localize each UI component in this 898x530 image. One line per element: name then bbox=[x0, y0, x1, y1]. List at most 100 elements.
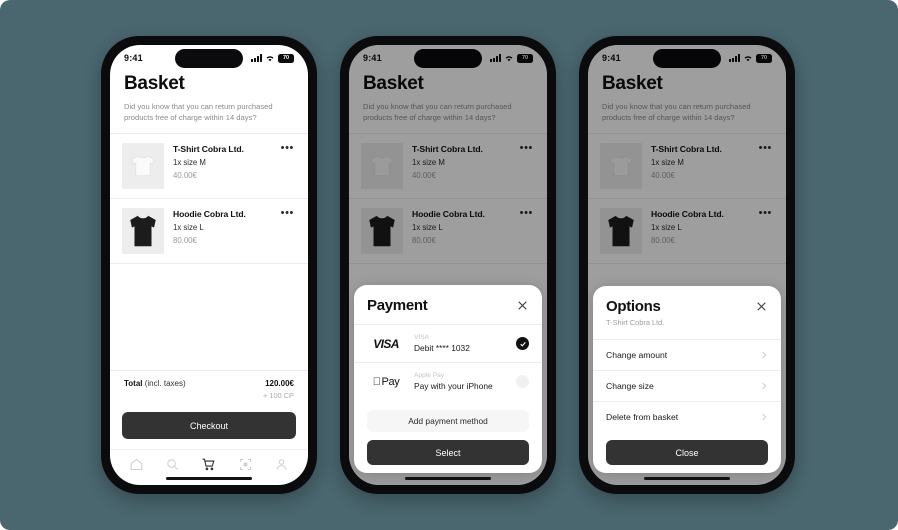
apple-pay-logo: Pay bbox=[367, 376, 405, 388]
table-row: Hoodie Cobra Ltd. 1x size L 80.00€ ••• bbox=[349, 198, 547, 264]
tshirt-thumbnail bbox=[361, 143, 403, 189]
item-name: Hoodie Cobra Ltd. bbox=[173, 209, 246, 219]
sheet-header: Options bbox=[593, 298, 781, 315]
tshirt-thumbnail bbox=[122, 143, 164, 189]
basket-item-list: T-Shirt Cobra Ltd. 1x size M 40.00€ ••• … bbox=[110, 133, 308, 264]
wifi-icon bbox=[505, 56, 513, 62]
item-variant: 1x size M bbox=[173, 158, 206, 167]
phone-mockup-basket: 9:41 70 Basket Did you know that you can… bbox=[101, 36, 317, 494]
total-amount: 120.00€ bbox=[265, 379, 294, 388]
item-details: T-Shirt Cobra Ltd. 1x size M 40.00€ bbox=[412, 143, 511, 180]
item-details: T-Shirt Cobra Ltd. 1x size M 40.00€ bbox=[651, 143, 750, 180]
status-bar: 9:41 70 bbox=[588, 45, 786, 71]
option-label: Change size bbox=[606, 381, 654, 391]
item-price: 40.00€ bbox=[651, 171, 675, 180]
options-bottom-sheet: Options T-Shirt Cobra Ltd. Change amount… bbox=[593, 286, 781, 473]
close-button[interactable]: Close bbox=[606, 440, 768, 465]
phone-mockup-payment: 9:41 70 Basket Did you know that you can… bbox=[340, 36, 556, 494]
cellular-signal-icon bbox=[729, 54, 740, 62]
close-icon[interactable] bbox=[516, 299, 529, 312]
option-label: Delete from basket bbox=[606, 412, 679, 422]
status-clock: 9:41 bbox=[124, 53, 143, 63]
profile-icon[interactable] bbox=[274, 457, 289, 472]
item-details: Hoodie Cobra Ltd. 1x size L 80.00€ bbox=[173, 208, 272, 245]
dynamic-island bbox=[653, 49, 721, 68]
payment-method-desc: Pay with your iPhone bbox=[414, 381, 493, 391]
cellular-signal-icon bbox=[251, 54, 262, 62]
close-icon[interactable] bbox=[755, 300, 768, 313]
item-variant: 1x size L bbox=[173, 223, 204, 232]
item-price: 80.00€ bbox=[173, 236, 197, 245]
status-bar: 9:41 70 bbox=[349, 45, 547, 71]
page-subtitle: Did you know that you can return purchas… bbox=[124, 102, 273, 122]
item-variant: 1x size M bbox=[412, 158, 445, 167]
total-label-note: (incl. taxes) bbox=[142, 379, 186, 388]
add-payment-method-button[interactable]: Add payment method bbox=[367, 410, 529, 432]
page-title: Basket bbox=[124, 73, 185, 94]
page-subtitle: Did you know that you can return purchas… bbox=[363, 102, 512, 122]
item-details: Hoodie Cobra Ltd. 1x size L 80.00€ bbox=[651, 208, 750, 245]
total-row: Total (incl. taxes) 120.00€ + 100 CP bbox=[110, 370, 308, 402]
phone2-screen: 9:41 70 Basket Did you know that you can… bbox=[349, 45, 547, 485]
item-variant: 1x size L bbox=[651, 223, 682, 232]
options-list: Change amount Change size Delete from ba… bbox=[593, 339, 781, 432]
search-icon[interactable] bbox=[165, 457, 180, 472]
payment-method-visa[interactable]: VISA VISA Debit **** 1032 bbox=[354, 324, 542, 362]
radio-unselected[interactable] bbox=[516, 375, 529, 388]
cart-icon[interactable] bbox=[201, 457, 216, 472]
total-values: 120.00€ + 100 CP bbox=[263, 379, 294, 400]
basket-page: Basket Did you know that you can return … bbox=[110, 71, 308, 485]
payment-method-text: Apple Pay Pay with your iPhone bbox=[414, 372, 507, 391]
checkout-button[interactable]: Checkout bbox=[122, 412, 296, 439]
visa-logo-text: VISA bbox=[373, 336, 399, 351]
option-label: Change amount bbox=[606, 350, 668, 360]
item-variant: 1x size L bbox=[412, 223, 443, 232]
chevron-right-icon bbox=[762, 413, 767, 421]
hoodie-thumbnail bbox=[122, 208, 164, 254]
page-title: Basket bbox=[602, 73, 663, 94]
item-options-menu-icon: ••• bbox=[519, 142, 533, 154]
basket-item-list: T-Shirt Cobra Ltd. 1x size M 40.00€ ••• … bbox=[349, 133, 547, 264]
visa-logo: VISA bbox=[367, 337, 405, 351]
item-options-menu-icon: ••• bbox=[758, 207, 772, 219]
hoodie-thumbnail bbox=[600, 208, 642, 254]
sheet-header: Payment bbox=[354, 297, 542, 314]
status-indicators: 70 bbox=[490, 53, 533, 63]
status-bar: 9:41 70 bbox=[110, 45, 308, 71]
item-options-menu-icon[interactable]: ••• bbox=[281, 143, 294, 154]
scan-icon[interactable] bbox=[238, 457, 253, 472]
table-row: T-Shirt Cobra Ltd. 1x size M 40.00€ ••• bbox=[588, 133, 786, 198]
item-name: T-Shirt Cobra Ltd. bbox=[412, 144, 483, 154]
battery-indicator: 70 bbox=[756, 53, 772, 63]
table-row[interactable]: Hoodie Cobra Ltd. 1x size L 80.00€ ••• bbox=[110, 198, 308, 264]
apple-pay-logo-text: Pay bbox=[373, 375, 400, 388]
wifi-icon bbox=[744, 56, 752, 62]
sheet-title: Payment bbox=[367, 297, 428, 314]
tshirt-thumbnail bbox=[600, 143, 642, 189]
payment-method-apple-pay[interactable]: Pay Apple Pay Pay with your iPhone bbox=[354, 362, 542, 400]
dynamic-island bbox=[175, 49, 243, 68]
option-change-size[interactable]: Change size bbox=[593, 370, 781, 401]
item-options-menu-icon[interactable]: ••• bbox=[281, 208, 294, 219]
item-details: Hoodie Cobra Ltd. 1x size L 80.00€ bbox=[412, 208, 511, 245]
hoodie-thumbnail bbox=[361, 208, 403, 254]
item-name: Hoodie Cobra Ltd. bbox=[651, 209, 724, 219]
total-bonus-points: + 100 CP bbox=[262, 391, 294, 400]
table-row: T-Shirt Cobra Ltd. 1x size M 40.00€ ••• bbox=[349, 133, 547, 198]
page-title: Basket bbox=[363, 73, 424, 94]
item-price: 80.00€ bbox=[412, 236, 436, 245]
table-row: Hoodie Cobra Ltd. 1x size L 80.00€ ••• bbox=[588, 198, 786, 264]
status-indicators: 70 bbox=[251, 53, 294, 63]
payment-method-kind: VISA bbox=[414, 334, 430, 341]
option-delete-from-basket[interactable]: Delete from basket bbox=[593, 401, 781, 432]
home-indicator bbox=[405, 477, 491, 480]
table-row[interactable]: T-Shirt Cobra Ltd. 1x size M 40.00€ ••• bbox=[110, 133, 308, 198]
payment-method-desc: Debit **** 1032 bbox=[414, 343, 470, 353]
option-change-amount[interactable]: Change amount bbox=[593, 339, 781, 370]
home-icon[interactable] bbox=[129, 457, 144, 472]
screenshot-canvas: 9:41 70 Basket Did you know that you can… bbox=[0, 0, 898, 530]
select-button[interactable]: Select bbox=[367, 440, 529, 465]
wifi-icon bbox=[266, 56, 274, 62]
radio-selected[interactable] bbox=[516, 337, 529, 350]
item-name: T-Shirt Cobra Ltd. bbox=[173, 144, 244, 154]
